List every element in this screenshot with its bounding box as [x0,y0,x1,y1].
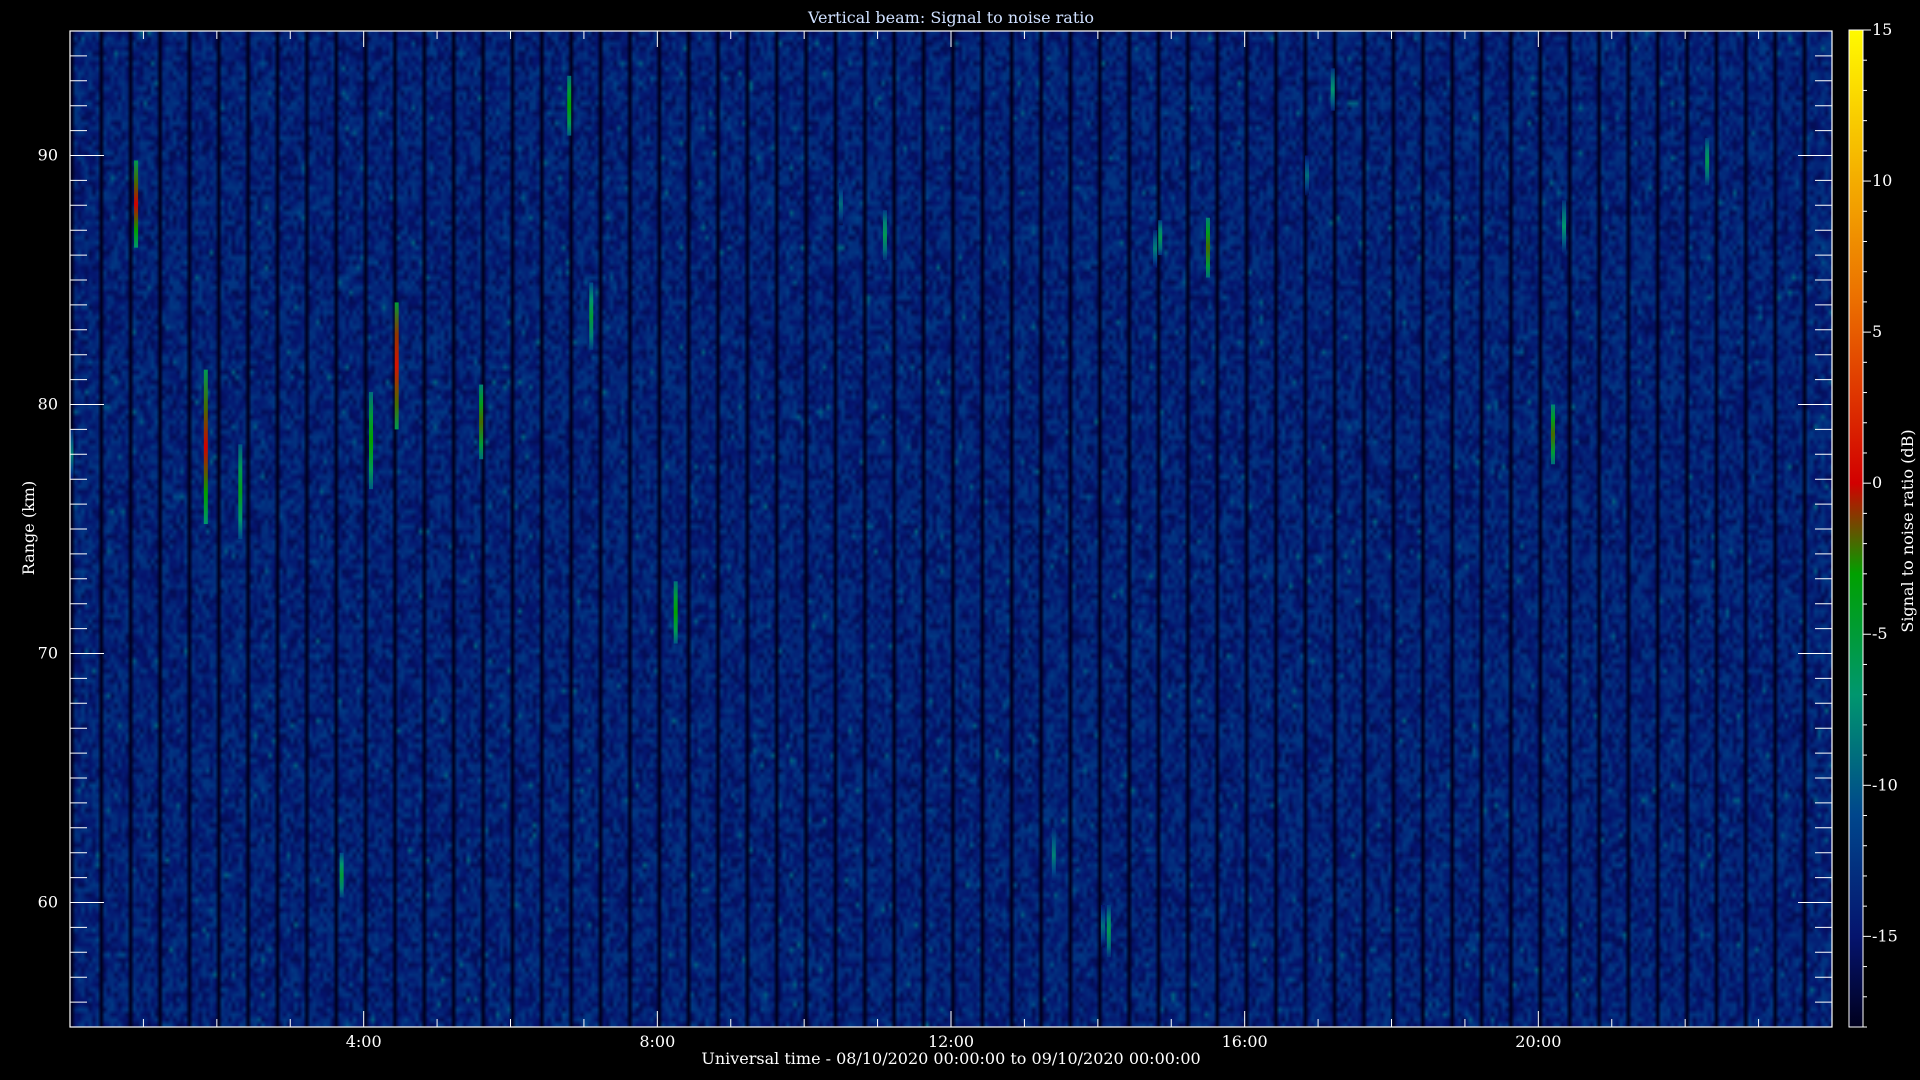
echo-mark [673,581,678,644]
echo-mark [1106,904,1111,958]
chart-title: Vertical beam: Signal to noise ratio [807,8,1094,27]
echo-mark [238,444,243,539]
echo-mark [838,182,843,226]
colorbar-tick-label: -5 [1872,624,1888,643]
echo-mark [589,282,594,350]
echo-mark [1705,138,1710,186]
echo-mark [369,392,374,490]
echo-mark [1330,68,1335,111]
colorbar-tick-label: 10 [1872,171,1892,190]
colorbar-tick-label: 15 [1872,20,1892,39]
heatmap-area [70,31,1832,1027]
echo-mark [1562,200,1567,253]
echo-mark [1158,220,1163,256]
echo-mark [339,852,344,898]
x-tick-label: 8:00 [639,1032,675,1051]
colorbar-tick-label: -15 [1872,926,1898,945]
echo-mark [1153,230,1158,268]
echo-mark [1305,155,1310,196]
echo-mark [1205,217,1210,278]
y-tick-label: 90 [38,146,58,165]
echo-mark [394,302,399,430]
echo-mark [1051,827,1056,883]
echo-mark [1100,904,1105,948]
x-tick-label: 20:00 [1515,1032,1561,1051]
y-axis-label: Range (km) [19,481,38,575]
colorbar-scale [1848,29,1864,1028]
colorbar: -15 -10 -5 0 5 10 15 [1848,20,1898,1028]
y-tick-label: 60 [38,893,58,912]
colorbar-tick-label: -10 [1872,775,1898,794]
echo-mark [882,210,887,261]
y-tick-label: 80 [38,395,58,414]
echo-mark [479,384,484,460]
echo-mark [134,160,139,248]
echo-mark [567,75,572,136]
x-tick-label: 4:00 [346,1032,382,1051]
y-tick-label: 70 [38,644,58,663]
noise-background [70,31,1832,1027]
snr-chart: Vertical beam: Signal to noise ratio 4:0… [19,8,1917,1068]
colorbar-tick-label: 5 [1872,322,1882,341]
echo-mark [203,369,208,525]
colorbar-label: Signal to noise ratio (dB) [1898,429,1917,632]
echo-mark [1551,404,1556,465]
x-axis-label: Universal time - 08/10/2020 00:00:00 to … [701,1049,1200,1068]
x-tick-label: 16:00 [1222,1032,1268,1051]
colorbar-tick-label: 0 [1872,473,1882,492]
